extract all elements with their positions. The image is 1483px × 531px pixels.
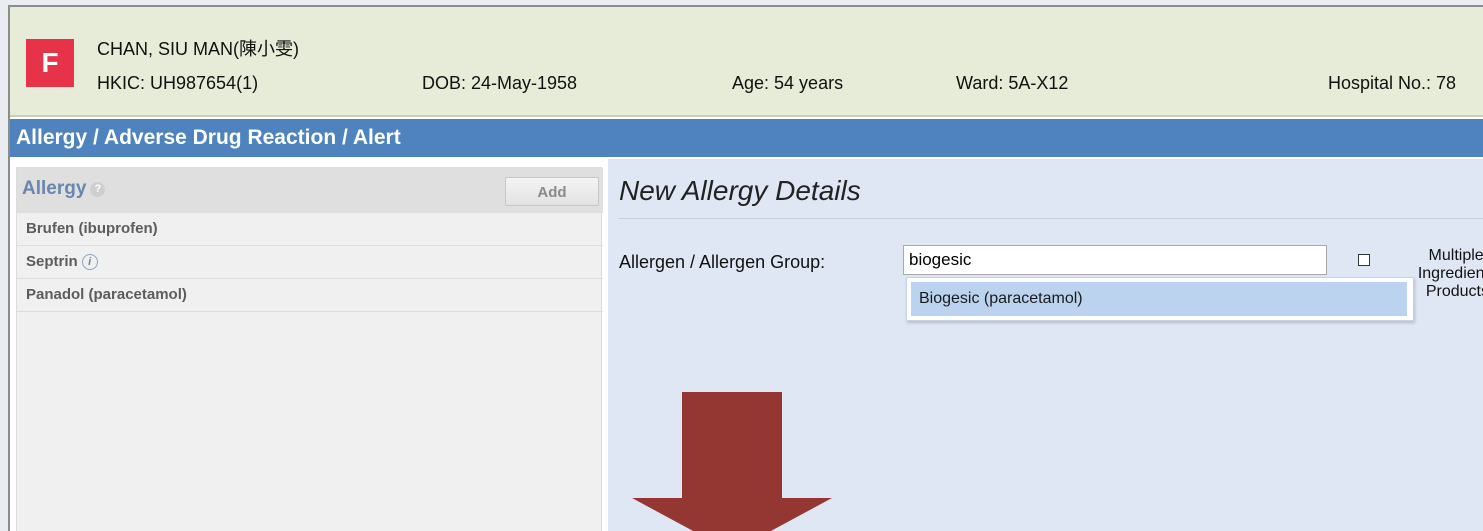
patient-age: Age: 54 years — [732, 73, 844, 93]
info-icon[interactable]: i — [81, 254, 98, 270]
new-allergy-panel: New Allergy Details Allergen / Allergen … — [608, 159, 1483, 531]
sex-badge: F — [26, 39, 74, 87]
multi-ingredient-checkbox[interactable] — [1358, 254, 1370, 266]
patient-ward: Ward: 5A-X12 — [956, 73, 1069, 93]
allergen-field-label: Allergen / Allergen Group: — [619, 252, 826, 272]
allergen-input[interactable] — [903, 245, 1327, 275]
allergy-item-panadol[interactable]: Panadol (paracetamol) — [17, 279, 603, 312]
down-arrow-icon — [632, 392, 832, 531]
page-title: Allergy / Adverse Drug Reaction / Alert — [10, 119, 1483, 157]
allergen-suggestion-list: Biogesic (paracetamol) — [906, 277, 1414, 321]
patient-banner: F CHAN, SIU MAN(陳小雯) HKIC: UH987654(1) D… — [10, 7, 1483, 117]
patient-hospital-no: Hospital No.: 78 — [1328, 73, 1457, 93]
title-divider — [619, 218, 1483, 219]
allergy-panel-header: Allergy? Add — [17, 168, 603, 213]
add-allergy-button[interactable]: Add — [505, 177, 599, 206]
new-allergy-title: New Allergy Details — [619, 175, 861, 206]
allergy-panel: Allergy? Add Brufen (ibuprofen) Septrin i… — [16, 167, 603, 531]
patient-dob: DOB: 24-May-1958 — [422, 73, 578, 93]
app-window: F CHAN, SIU MAN(陳小雯) HKIC: UH987654(1) D… — [8, 5, 1483, 531]
allergy-item-label: Panadol (paracetamol) — [26, 286, 187, 303]
allergy-panel-title: Allergy — [22, 178, 87, 199]
allergy-item-label: Septrin — [26, 253, 78, 270]
allergy-item-septrin[interactable]: Septrin i — [17, 246, 603, 279]
allergy-item-label: Brufen (ibuprofen) — [26, 220, 158, 237]
allergen-suggestion-item[interactable]: Biogesic (paracetamol) — [911, 282, 1407, 316]
allergy-panel-title-wrap: Allergy? — [22, 178, 106, 200]
patient-hkic: HKIC: UH987654(1) — [97, 73, 259, 93]
allergy-item-brufen[interactable]: Brufen (ibuprofen) — [17, 213, 603, 246]
help-icon[interactable]: ? — [90, 182, 106, 197]
patient-name: CHAN, SIU MAN(陳小雯) — [97, 39, 299, 59]
